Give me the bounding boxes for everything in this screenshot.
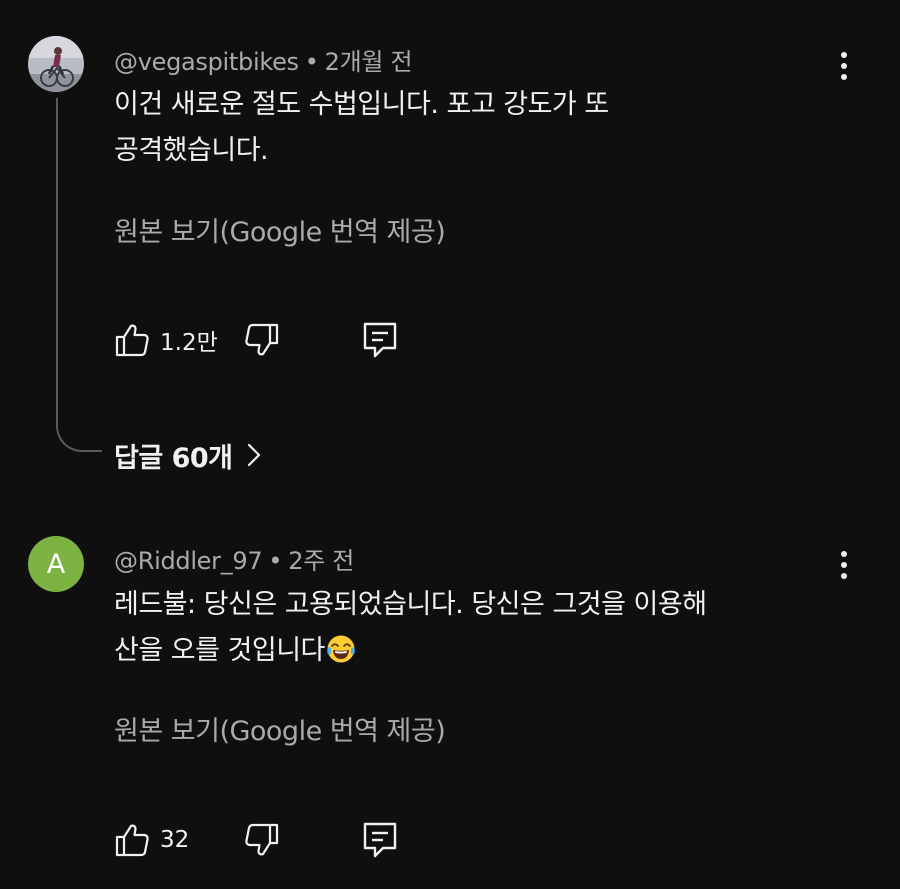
more-vert-icon bbox=[841, 551, 847, 579]
meta-separator: • bbox=[268, 547, 283, 575]
reply-comment-icon bbox=[363, 822, 397, 858]
reply-button[interactable] bbox=[362, 818, 398, 862]
like-button[interactable]: 32 bbox=[114, 818, 189, 862]
avatar-letter: A bbox=[46, 548, 66, 580]
comment-meta: @Riddler_97 • 2주 전 bbox=[114, 541, 354, 576]
face-with-tears-of-joy-icon bbox=[327, 635, 355, 663]
avatar[interactable]: A bbox=[28, 536, 84, 592]
author-name[interactable]: @Riddler_97 bbox=[114, 547, 263, 575]
comment-text-line-2: 산을 오를 것입니다 bbox=[114, 628, 834, 674]
like-count: 32 bbox=[160, 827, 190, 853]
thumb-up-icon bbox=[115, 824, 149, 857]
comment-2: A @Riddler_97 • 2주 전 레드불: 당신은 고용되었습니다. 당신은… bbox=[0, 0, 900, 889]
comment-text-fragment: 산을 오를 것입니다 bbox=[114, 635, 325, 666]
comment-text: 레드불: 당신은 고용되었습니다. 당신은 그것을 이용해 산을 오를 것입니다 bbox=[114, 582, 834, 674]
comment-time: 2주 전 bbox=[288, 547, 355, 575]
comment-text-line: 레드불: 당신은 고용되었습니다. 당신은 그것을 이용해 bbox=[114, 589, 707, 620]
see-original-link[interactable]: 원본 보기(Google 번역 제공) bbox=[114, 709, 446, 748]
dislike-button[interactable] bbox=[244, 818, 280, 862]
more-options-button[interactable] bbox=[828, 545, 860, 585]
thumb-down-icon bbox=[245, 823, 279, 856]
